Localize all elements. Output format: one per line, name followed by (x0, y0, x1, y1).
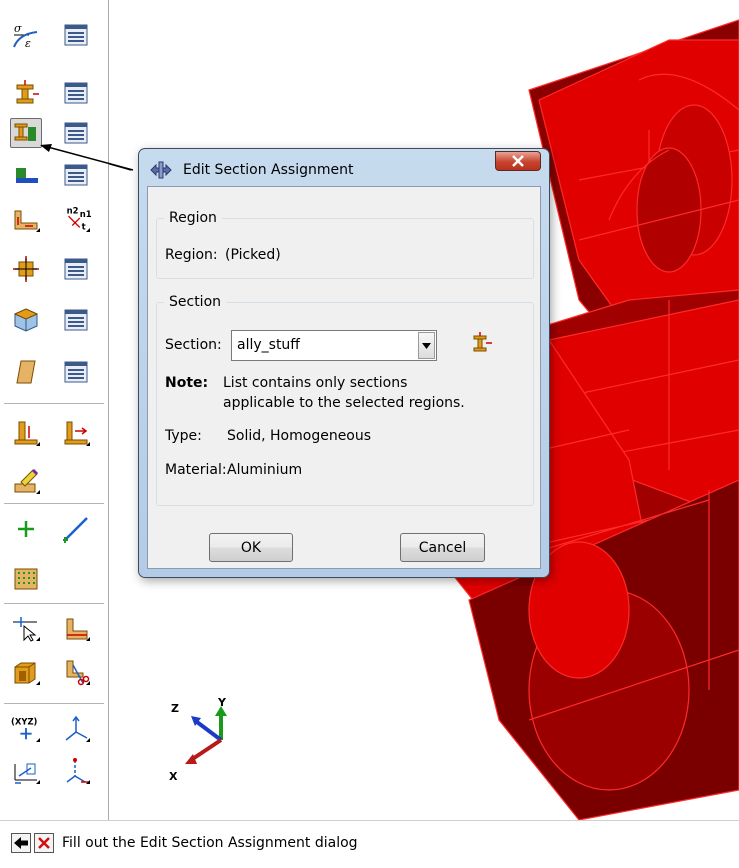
section-assignment-icon (150, 161, 172, 179)
ok-button[interactable]: OK (209, 533, 293, 562)
region-label: Region: (165, 247, 218, 263)
section-label: Section: (165, 337, 222, 353)
dialog-body: Region Region: (Picked) Section Section:… (147, 186, 541, 569)
prompt-text: Fill out the Edit Section Assignment dia… (62, 835, 358, 851)
cancel-procedure-button[interactable] (34, 833, 54, 853)
section-select-dropdown-button[interactable] (418, 332, 435, 359)
type-label: Type: (165, 428, 202, 444)
create-section-icon (473, 332, 492, 352)
close-button[interactable] (495, 151, 541, 171)
section-group-legend: Section (164, 294, 227, 310)
back-button[interactable] (11, 833, 31, 853)
edit-section-assignment-dialog: Edit Section Assignment Region Region: (… (138, 148, 550, 578)
close-icon (512, 155, 524, 167)
note-label: Note: (165, 375, 209, 391)
material-value: Aluminium (227, 462, 303, 478)
dialog-titlebar[interactable]: Edit Section Assignment (139, 149, 549, 187)
material-label: Material: (165, 462, 227, 478)
region-group-legend: Region (164, 210, 222, 226)
arrow-left-icon (14, 837, 28, 849)
region-group: Region Region: (Picked) (156, 210, 534, 279)
section-select[interactable]: ally_stuff (231, 330, 437, 361)
prompt-area: Fill out the Edit Section Assignment dia… (0, 820, 739, 868)
section-group: Section Section: ally_stuff Note: List c… (156, 294, 534, 506)
note-text-line2: applicable to the selected regions. (223, 395, 465, 411)
section-select-value: ally_stuff (237, 337, 300, 353)
note-text-line1: List contains only sections (223, 375, 408, 391)
dialog-title: Edit Section Assignment (183, 162, 354, 178)
cancel-button[interactable]: Cancel (400, 533, 485, 562)
chevron-down-icon (422, 342, 431, 349)
create-section-button[interactable] (469, 332, 493, 356)
type-value: Solid, Homogeneous (227, 428, 372, 444)
cancel-x-icon (38, 837, 50, 849)
region-value: (Picked) (225, 247, 281, 263)
